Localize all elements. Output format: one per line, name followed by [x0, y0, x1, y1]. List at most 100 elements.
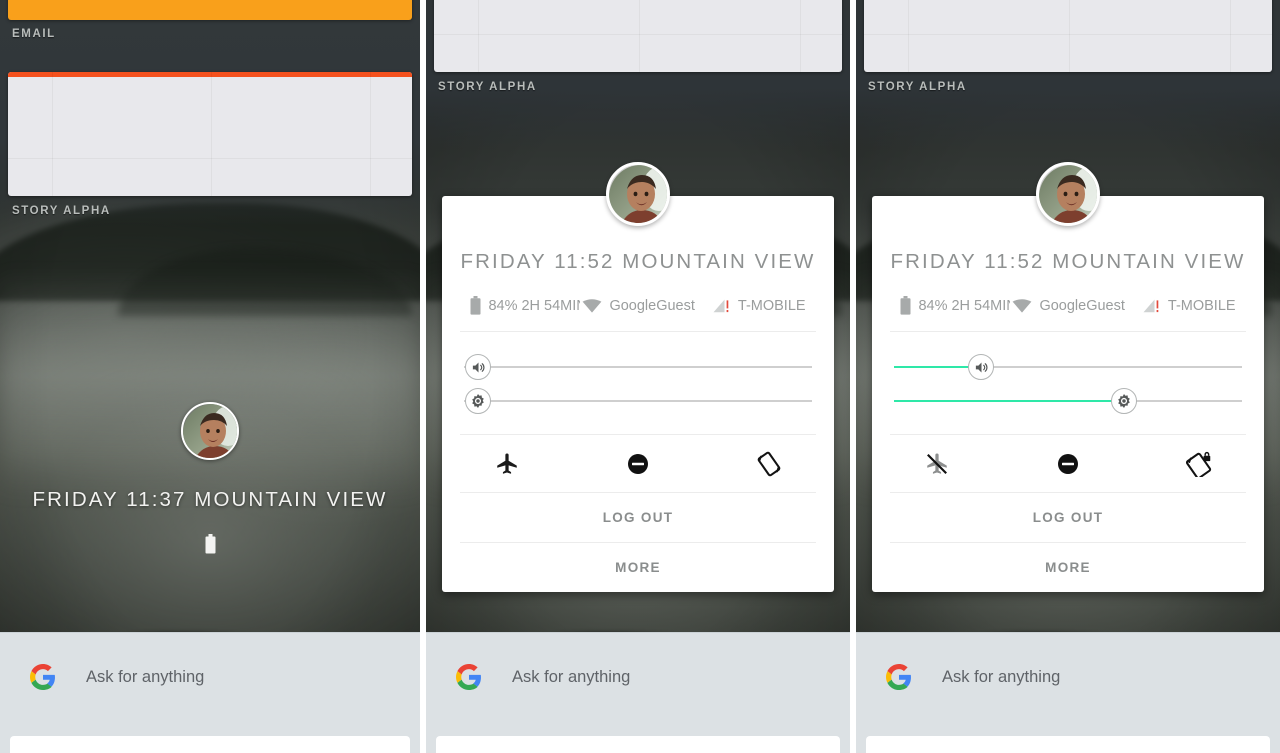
more-button[interactable]: MORE: [442, 543, 834, 592]
logout-button[interactable]: LOG OUT: [442, 493, 834, 542]
volume-slider[interactable]: [894, 350, 1243, 384]
slider-track[interactable]: [464, 366, 813, 368]
status-carrier: T-MOBILE: [1143, 298, 1236, 314]
battery-icon: [900, 296, 911, 315]
card-grid-line: [8, 158, 413, 159]
slider-group: [872, 332, 1264, 434]
quick-settings-container: FRIDAY 11:52 MOUNTAIN VIEW 84% 2H 54MIN: [426, 162, 850, 592]
panel-quicksettings-default: STORY ALPHA FRIDAY 11:52 MOUNTAIN VIEW 8…: [426, 0, 851, 753]
slider-track[interactable]: [464, 400, 813, 402]
do-not-disturb-icon: [628, 454, 649, 474]
brightness-slider[interactable]: [894, 384, 1243, 418]
search-strip-panel2: Ask for anything: [426, 632, 851, 753]
search-strip-panel3: Ask for anything: [856, 632, 1280, 753]
card-grid-line: [1230, 0, 1232, 72]
card-grid-line: [52, 72, 53, 196]
do-not-disturb-icon: [1058, 454, 1079, 474]
status-row: 84% 2H 54MIN GoogleGuest T-MOBILE: [442, 296, 834, 331]
card-accent-bar: [8, 72, 413, 77]
card-grid-line: [908, 0, 910, 72]
wifi-icon: [583, 298, 602, 313]
do-not-disturb-button[interactable]: [1003, 449, 1134, 479]
battery-text: 84% 2H 54MIN: [488, 297, 581, 314]
volume-icon: [472, 362, 484, 372]
card-grid-line: [864, 34, 1273, 35]
card-grid-line: [639, 0, 641, 72]
slider-group: [442, 332, 834, 434]
notification-story-card[interactable]: [8, 72, 413, 196]
panel-quicksettings-active: STORY ALPHA FRIDAY 11:52 MOUNTAIN VIEW 8…: [856, 0, 1280, 753]
card-grid-line: [800, 0, 802, 72]
slider-knob[interactable]: [968, 354, 995, 380]
bottom-sheet-card[interactable]: [436, 736, 841, 753]
airplane-mode-button[interactable]: [442, 449, 573, 479]
quick-settings-title: FRIDAY 11:52 MOUNTAIN VIEW: [890, 250, 1246, 273]
slider-knob[interactable]: [465, 354, 492, 380]
search-bar[interactable]: Ask for anything: [0, 633, 420, 721]
avatar[interactable]: [606, 162, 671, 226]
avatar-photo: [609, 165, 668, 223]
airplane-mode-button[interactable]: [872, 449, 1003, 479]
avatar[interactable]: [1036, 162, 1101, 226]
quick-action-row: [872, 435, 1264, 492]
battery-icon: [470, 296, 481, 315]
status-battery: 84% 2H 54MIN: [900, 296, 1010, 315]
lockscreen-battery: [0, 534, 420, 554]
logout-button[interactable]: LOG OUT: [872, 493, 1264, 542]
notification-story-card[interactable]: [864, 0, 1273, 72]
notification-story-label: STORY ALPHA: [438, 81, 537, 93]
quick-settings-container: FRIDAY 11:52 MOUNTAIN VIEW 84% 2H 54MIN: [856, 162, 1280, 592]
search-placeholder: Ask for anything: [512, 667, 631, 686]
quick-settings-title: FRIDAY 11:52 MOUNTAIN VIEW: [460, 250, 816, 273]
avatar[interactable]: [181, 402, 239, 460]
screenshot-stage: EMAIL STORY ALPHA FRIDAY 11:37 MOUNTAIN …: [0, 0, 1280, 753]
screen-rotation-lock-icon: [1185, 452, 1211, 477]
cell-signal-alert-icon: [713, 299, 729, 312]
search-placeholder: Ask for anything: [942, 667, 1061, 686]
bottom-sheet-card[interactable]: [866, 736, 1271, 753]
google-g-icon: [456, 664, 481, 690]
more-button[interactable]: MORE: [872, 543, 1264, 592]
quick-settings-card: FRIDAY 11:52 MOUNTAIN VIEW 84% 2H 54MIN: [872, 162, 1265, 592]
volume-slider[interactable]: [464, 350, 813, 384]
do-not-disturb-button[interactable]: [573, 449, 704, 479]
airplane-off-icon: [927, 453, 948, 474]
search-bar[interactable]: Ask for anything: [426, 633, 850, 721]
quick-action-row: [442, 435, 834, 492]
screen-rotation-button[interactable]: [703, 449, 834, 479]
search-placeholder: Ask for anything: [86, 667, 205, 686]
brightness-icon: [1117, 394, 1130, 408]
avatar-photo: [183, 404, 237, 458]
brightness-icon: [472, 394, 484, 408]
screen-rotation-lock-button[interactable]: [1133, 449, 1264, 479]
notification-story-label: STORY ALPHA: [868, 81, 967, 93]
wifi-text: GoogleGuest: [1039, 297, 1125, 314]
brightness-slider[interactable]: [464, 384, 813, 418]
notification-email-card[interactable]: [8, 0, 413, 20]
card-grid-line: [478, 0, 480, 72]
slider-knob[interactable]: [465, 388, 492, 414]
slider-knob[interactable]: [1110, 388, 1137, 414]
google-g-icon: [30, 664, 55, 690]
volume-icon: [975, 362, 987, 372]
carrier-text: T-MOBILE: [737, 297, 806, 314]
avatar-photo: [1039, 165, 1098, 223]
card-grid-line: [370, 72, 371, 196]
lockscreen-title: FRIDAY 11:37 MOUNTAIN VIEW: [32, 488, 388, 511]
cell-signal-alert-icon: [1143, 299, 1159, 312]
status-row: 84% 2H 54MIN GoogleGuest T-MOBILE: [872, 296, 1264, 331]
slider-fill: [894, 400, 1124, 402]
google-g-icon: [886, 664, 911, 690]
screen-rotation-icon: [757, 451, 781, 477]
status-battery: 84% 2H 54MIN: [470, 296, 580, 315]
notification-story-card[interactable]: [434, 0, 843, 72]
carrier-text: T-MOBILE: [1167, 297, 1236, 314]
battery-text: 84% 2H 54MIN: [918, 297, 1011, 314]
status-carrier: T-MOBILE: [713, 298, 806, 314]
panel-lockscreen: EMAIL STORY ALPHA FRIDAY 11:37 MOUNTAIN …: [0, 0, 421, 753]
bottom-sheet-card[interactable]: [10, 736, 411, 753]
search-bar[interactable]: Ask for anything: [856, 633, 1280, 721]
card-grid-line: [434, 34, 843, 35]
wifi-icon: [1013, 298, 1032, 313]
lockscreen-block: FRIDAY 11:37 MOUNTAIN VIEW: [0, 402, 420, 554]
